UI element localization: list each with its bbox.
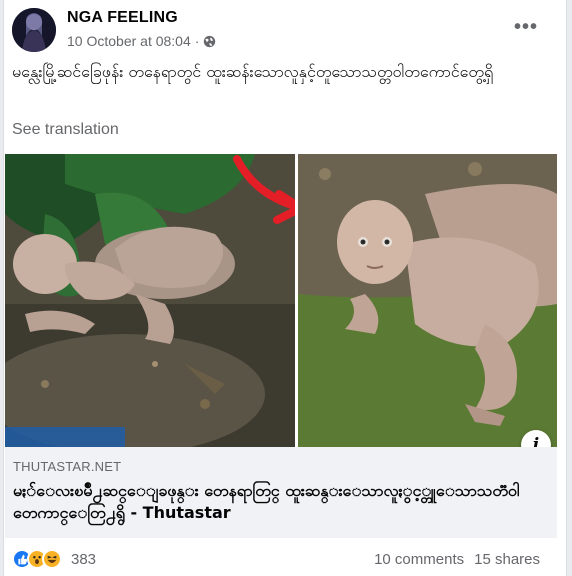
shares-count-link[interactable]: 15 shares [474, 551, 540, 568]
link-preview[interactable]: THUTASTAR.NET မႏၲေလးၿမိဳ႕ဆင္ေျခဖုန္း တေန… [5, 447, 557, 538]
post-card: NGA FEELING 10 October at 08:04 · ••• မန… [3, 0, 567, 576]
post-text: မန္လေးမြို့ဆင်ခြေဖုန်း တနေရာတွင် ထူးဆန်း… [12, 62, 494, 81]
author-name[interactable]: NGA FEELING [67, 9, 178, 27]
meta-separator: · [194, 33, 200, 49]
reaction-count: 383 [71, 550, 97, 568]
post-timestamp[interactable]: 10 October at 08:04 [67, 33, 191, 49]
link-title[interactable]: မႏၲေလးၿမိဳ႕ဆင္ေျခဖုန္း တေနရာတြင္ ထူးဆန္း… [13, 480, 543, 524]
link-domain: THUTASTAR.NET [13, 459, 122, 474]
post-image[interactable] [5, 154, 557, 447]
see-translation-link[interactable]: See translation [12, 121, 119, 139]
reactions-summary[interactable]: 383 [12, 549, 96, 569]
haha-icon [42, 549, 62, 569]
creature-photo-collage [5, 154, 557, 447]
post-options-button[interactable]: ••• [514, 16, 538, 39]
comments-count-link[interactable]: 10 comments [374, 551, 464, 568]
author-avatar[interactable] [12, 8, 56, 52]
engagement-counts: 10 comments 15 shares [374, 551, 540, 568]
post-footer: 383 10 comments 15 shares [4, 538, 566, 576]
post-meta: 10 October at 08:04 · [67, 33, 216, 49]
avatar-image [12, 8, 56, 52]
globe-icon [204, 35, 216, 47]
